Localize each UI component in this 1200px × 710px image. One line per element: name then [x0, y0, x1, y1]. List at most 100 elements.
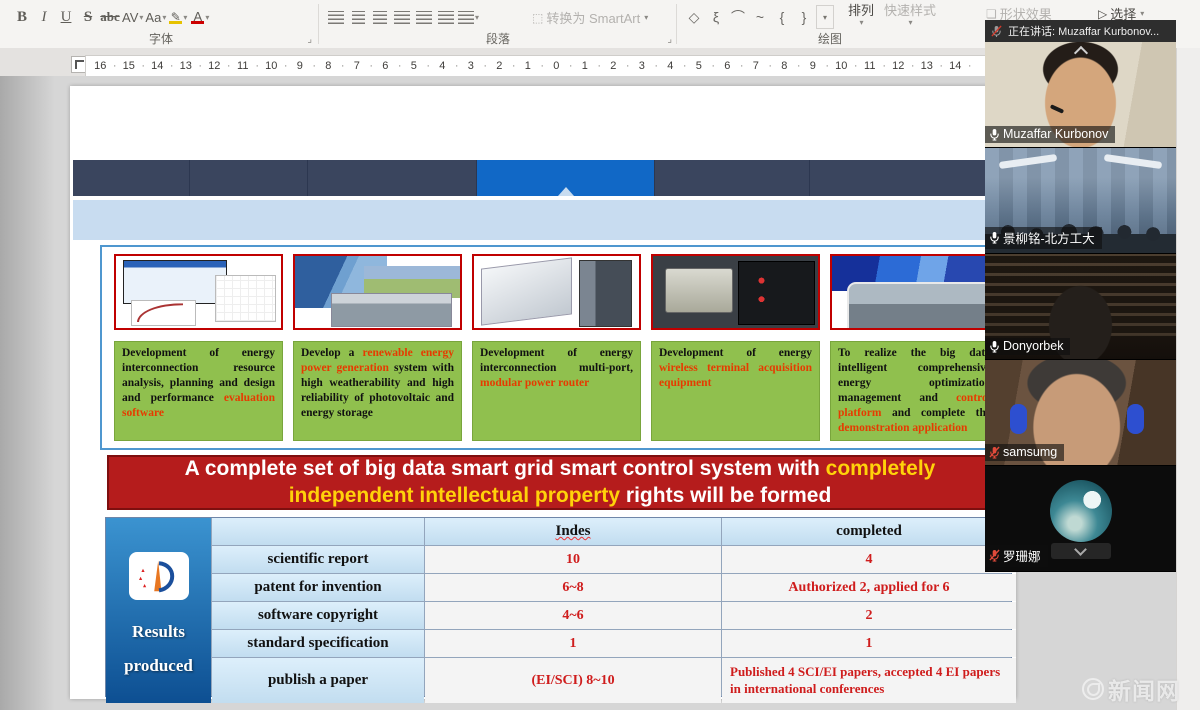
change-case-button[interactable]: Aa▾ [145, 5, 166, 29]
brace-right-icon[interactable]: } [794, 5, 814, 29]
arc-icon[interactable]: ⌒ [728, 5, 748, 29]
font-group: B I U S abc AV▾ Aa▾ ✎ ▾ A ▾ 字体 ⌟ [8, 0, 314, 48]
ruler-number: 7 [343, 56, 372, 76]
font-color-button[interactable]: A ▾ [190, 5, 210, 29]
slide-title-band [73, 200, 1013, 240]
feature-image-solar-installation[interactable] [293, 254, 462, 330]
participant-tile-3[interactable]: Donyorbek [985, 254, 1176, 360]
participant-tile-2[interactable]: 景柳铭-北方工大 [985, 148, 1176, 254]
highlighted-text: demonstration application [838, 422, 967, 434]
watermark-text: 新闻网 [1108, 672, 1180, 706]
slide-nav-segment-5[interactable] [655, 160, 810, 196]
table-header-completed: completed [722, 518, 1016, 545]
feature-image-control-room[interactable] [830, 254, 999, 330]
now-speaking-bar[interactable]: 正在讲话: Muzaffar Kurbonov... [985, 20, 1176, 42]
ruler-number: 5 [400, 56, 429, 76]
feature-text-1[interactable]: Development of energy interconnection re… [114, 341, 283, 441]
strikethrough-button[interactable]: S [78, 5, 98, 29]
ruler-number: 10 [827, 56, 856, 76]
slide-nav-segment-6[interactable] [810, 160, 1013, 196]
feature-images-row [114, 254, 999, 330]
brace-left-icon[interactable]: { [772, 5, 792, 29]
now-speaking-text: 正在讲话: Muzaffar Kurbonov... [1008, 23, 1159, 39]
table-row-label: publish a paper [212, 658, 424, 703]
ruler-number: 4 [428, 56, 457, 76]
strikethrough-abc-button[interactable]: abc [100, 5, 120, 29]
participant-tile-1[interactable]: Muzaffar Kurbonov [985, 42, 1176, 148]
feature-text-5[interactable]: To realize the big data intelligent comp… [830, 341, 999, 441]
character-spacing-button[interactable]: AV▾ [122, 5, 143, 29]
curve-icon[interactable]: ~ [750, 5, 770, 29]
slide-nav-segment-1[interactable] [73, 160, 190, 196]
italic-button[interactable]: I [34, 5, 54, 29]
image-fragment [847, 282, 999, 329]
mic-icon [989, 231, 1000, 244]
feature-image-power-router-device[interactable] [472, 254, 641, 330]
arrange-button[interactable]: 排列▾ [848, 5, 874, 29]
underline-button[interactable]: U [56, 5, 76, 29]
slide-nav-segment-4[interactable] [477, 160, 655, 196]
highlight-color-button[interactable]: ✎ ▾ [168, 5, 188, 29]
font-colorbar [191, 21, 204, 24]
chevron-down-icon: ▾ [1140, 9, 1144, 18]
select-cursor-icon: ▷ [1098, 7, 1107, 21]
feature-image-wireless-terminal-equipment[interactable] [651, 254, 820, 330]
table-row-label: patent for invention [212, 574, 424, 601]
ruler-number: 2 [599, 56, 628, 76]
chevron-down-icon: ▾ [183, 13, 187, 22]
participant-tile-5[interactable]: 罗珊娜 [985, 466, 1176, 572]
ruler-number: 10 [257, 56, 286, 76]
ruler-number: 14 [941, 56, 970, 76]
align-right-button[interactable] [370, 5, 390, 29]
muted-mic-icon [989, 446, 1000, 459]
feature-text: Development of energy interconnection mu… [480, 347, 633, 374]
font-dialog-launcher-icon[interactable]: ⌟ [307, 34, 312, 45]
align-center-button[interactable] [348, 5, 368, 29]
expand-options-button[interactable] [1051, 543, 1111, 559]
ruler-number: 14 [143, 56, 172, 76]
drawing-group-label: 绘图 [680, 32, 980, 48]
news-watermark: 新闻网 [1082, 672, 1180, 706]
slide-nav-segment-2[interactable] [190, 160, 308, 196]
banner-statement[interactable]: A complete set of big data smart grid sm… [107, 455, 1013, 510]
justify-button[interactable] [392, 5, 412, 29]
scrollbar-strip[interactable] [1176, 48, 1200, 710]
slide-content-box[interactable]: Development of energy interconnection re… [100, 245, 1013, 450]
table-row-completed-value: Published 4 SCI/EI papers, accepted 4 EI… [722, 658, 1016, 703]
highlighted-text: modular power router [480, 377, 589, 389]
ruler-number: 8 [314, 56, 343, 76]
mic-icon [989, 340, 1000, 353]
ruler-number: 6 [713, 56, 742, 76]
freeform-shape-icon[interactable]: ◇ [684, 5, 704, 29]
bold-button[interactable]: B [12, 5, 32, 29]
chevron-down-icon: ▾ [860, 17, 864, 29]
shape-gallery-more-button[interactable]: ▾ [816, 5, 834, 29]
paragraph-dialog-launcher-icon[interactable]: ⌟ [667, 34, 672, 45]
ruler-number: 13 [172, 56, 201, 76]
multilevel-list-button[interactable]: ▾ [458, 5, 479, 29]
quick-styles-button[interactable]: 快速样式▾ [884, 5, 936, 29]
feature-text-4[interactable]: Development of energy wireless terminal … [651, 341, 820, 441]
ruler-number: 9 [799, 56, 828, 76]
slide-nav-segment-3[interactable] [308, 160, 477, 196]
ruler-number: 7 [742, 56, 771, 76]
justify-icon [394, 11, 410, 24]
feature-text-3[interactable]: Development of energy interconnection mu… [472, 341, 641, 441]
feature-image-software-screenshot[interactable] [114, 254, 283, 330]
participant-tile-4[interactable]: samsumg [985, 360, 1176, 466]
table-header-index: Indes [425, 518, 721, 545]
shape-effects-icon: ❏ [986, 7, 997, 21]
feature-text-2[interactable]: Develop a renewable energy power generat… [293, 341, 462, 441]
results-produced-cell: Results produced [106, 518, 211, 703]
font-group-label: 字体 [8, 32, 314, 48]
line-spacing-button[interactable] [436, 5, 456, 29]
convert-to-smartart-button[interactable]: ⬚ 转换为 SmartArt ▾ [532, 8, 648, 27]
scribble-icon[interactable]: ξ [706, 5, 726, 29]
participant-name: 景柳铭-北方工大 [1003, 228, 1095, 247]
align-left-button[interactable] [326, 5, 346, 29]
group-divider [676, 4, 677, 44]
results-table[interactable]: Results produced Indescompletedscientifi… [105, 517, 1012, 697]
table-row-completed-value: 4 [722, 546, 1016, 573]
results-label: Results [132, 622, 185, 642]
distribute-button[interactable] [414, 5, 434, 29]
